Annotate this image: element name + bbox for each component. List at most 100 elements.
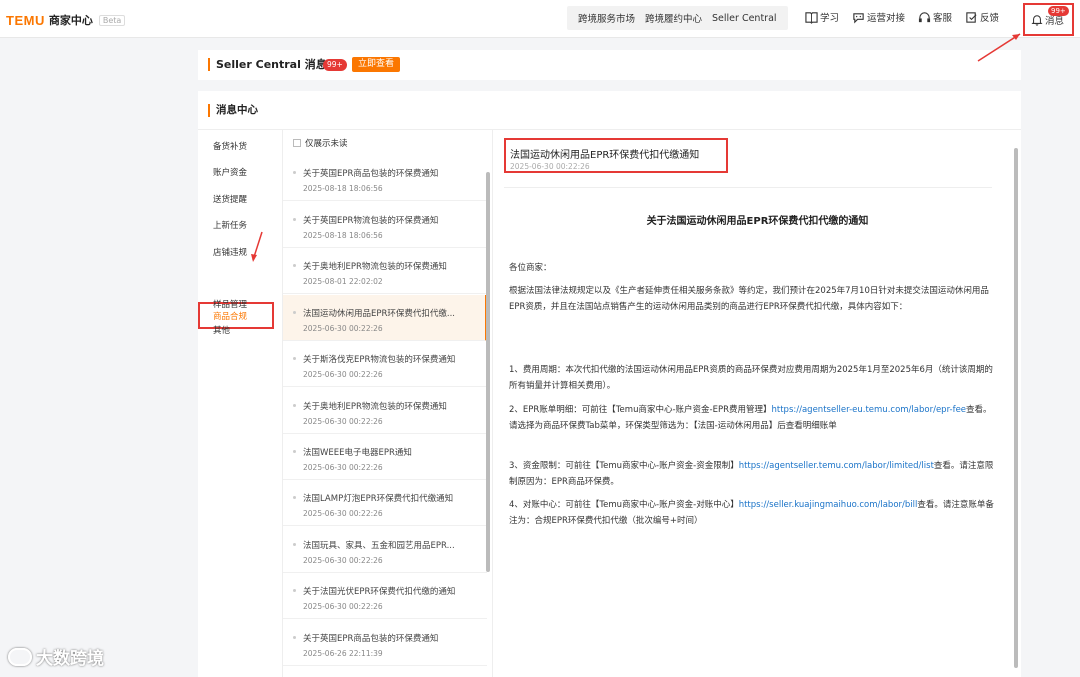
seller-central-title: Seller Central 消息 (208, 58, 327, 71)
category-restock[interactable]: 备货补货 (213, 140, 247, 152)
notice-item-reconcile: 4、对账中心：可前往【Temu商家中心-账户资金-对账中心】https://se… (509, 497, 994, 529)
watermark: 大数跨境 (8, 644, 104, 669)
category-delivery-reminder[interactable]: 送货提醒 (213, 193, 247, 205)
message-date: 2025-06-30 00:22:26 (303, 602, 383, 611)
list-scrollbar[interactable] (486, 172, 490, 572)
operations-label: 运营对接 (867, 13, 906, 24)
message-date: 2025-06-30 00:22:26 (303, 509, 383, 518)
message-center-title: 消息中心 (208, 104, 258, 117)
nav-fulfillment-center[interactable]: 跨境履约中心 (640, 11, 707, 25)
message-title: 法国WEEE电子电器EPR通知 (303, 448, 412, 458)
detail-header: 法国运动休闲用品EPR环保费代扣代缴通知 2025-06-30 00:22:26 (504, 138, 728, 173)
message-title: 法国运动休闲用品EPR环保费代扣代缴... (303, 309, 456, 319)
headset-icon (918, 11, 931, 22)
list-item[interactable]: 关于英国EPR商品包装的环保费通知 2025-06-26 22:11:39 (283, 620, 487, 666)
list-item[interactable]: 关于英国EPR商品包装的环保费通知 2025-08-18 18:06:56 (283, 155, 487, 201)
notice-intro: 根据法国法律法规规定以及《生产者延伸责任相关服务条款》等约定，我们预计在2025… (509, 286, 989, 312)
message-title: 法国LAMP灯泡EPR环保费代扣代缴通知 (303, 494, 454, 504)
list-item-selected[interactable]: 法国运动休闲用品EPR环保费代扣代缴... 2025-06-30 00:22:26 (283, 295, 487, 341)
app-title: 商家中心 (48, 14, 93, 27)
seller-central-bar: Seller Central 消息 99+ 立即查看 (198, 50, 1021, 80)
notice-item-period: 1、费用周期：本次代扣代缴的法国运动休闲用品EPR资质的商品环保费对应费用周期为… (509, 365, 993, 391)
notice-item-limit: 3、资金限制：可前往【Temu商家中心-账户资金-资金限制】https://ag… (509, 458, 994, 490)
operations-button[interactable]: 运营对接 (852, 10, 905, 24)
toolbar: 学习 运营对接 客服 反馈 (805, 10, 999, 24)
message-title: 关于英国EPR商品包装的环保费通知 (303, 634, 439, 644)
message-detail: 法国运动休闲用品EPR环保费代扣代缴通知 2025-06-30 00:22:26… (494, 130, 1021, 677)
unread-filter-label: 仅展示未读 (305, 139, 348, 149)
list-item[interactable]: 关于斯洛伐克EPR物流包装的环保费通知 2025-06-30 00:22:26 (283, 341, 487, 387)
seller-central-count-badge: 99+ (323, 59, 347, 71)
epr-fee-link[interactable]: https://agentseller-eu.temu.com/labor/ep… (772, 405, 967, 415)
detail-title: 法国运动休闲用品EPR环保费代扣代缴通知 (510, 150, 700, 161)
message-title: 关于斯洛伐克EPR物流包装的环保费通知 (303, 355, 456, 365)
unread-dot-icon (293, 404, 296, 407)
category-other[interactable]: 其他 (213, 324, 230, 336)
message-date: 2025-08-18 18:06:56 (303, 184, 383, 193)
watermark-text: 大数跨境 (36, 649, 104, 669)
unread-dot-icon (293, 357, 296, 360)
watermark-logo-icon (8, 647, 32, 666)
nav-seller-central[interactable]: Seller Central (707, 13, 782, 24)
notice-heading: 关于法国运动休闲用品EPR环保费代扣代缴的通知 (646, 216, 869, 227)
category-new-tasks[interactable]: 上新任务 (213, 219, 247, 231)
category-samples[interactable]: 样品管理 (213, 298, 247, 310)
learn-button[interactable]: 学习 (805, 10, 839, 24)
message-center-panel: 消息中心 备货补货 账户资金 送货提醒 上新任务 店铺违规 商品合规 样品管理 … (198, 91, 1021, 677)
message-list: 仅展示未读 关于英国EPR商品包装的环保费通知 2025-08-18 18:06:… (282, 130, 493, 677)
notice-text: 4、对账中心：可前往【Temu商家中心-账户资金-对账中心】 (509, 500, 739, 510)
support-button[interactable]: 客服 (918, 10, 952, 24)
notice-text: 3、资金限制：可前往【Temu商家中心-账户资金-资金限制】 (509, 461, 739, 471)
feedback-icon (966, 11, 977, 23)
message-title: 关于奥地利EPR物流包装的环保费通知 (303, 402, 447, 412)
message-date: 2025-06-30 00:22:26 (303, 417, 383, 426)
detail-scrollbar[interactable] (1014, 148, 1018, 668)
message-date: 2025-06-30 00:22:26 (303, 463, 383, 472)
unread-dot-icon (293, 264, 296, 267)
message-date: 2025-08-18 18:06:56 (303, 231, 383, 240)
learn-label: 学习 (820, 13, 840, 24)
message-title: 法国玩具、家具、五金和园艺用品EPR... (303, 541, 455, 551)
list-item[interactable]: 法国WEEE电子电器EPR通知 2025-06-30 00:22:26 (283, 434, 487, 480)
feedback-label: 反馈 (980, 13, 1000, 24)
message-date: 2025-08-01 22:02:02 (303, 277, 383, 286)
bill-link[interactable]: https://seller.kuajingmaihuo.com/labor/b… (739, 500, 918, 510)
feedback-button[interactable]: 反馈 (965, 10, 999, 24)
list-item[interactable]: 法国玩具、家具、五金和园艺用品EPR... 2025-06-30 00:22:26 (283, 527, 487, 573)
top-bar: TEMU 商家中心 Beta 跨境服务市场 跨境履约中心 Seller Cent… (0, 0, 1080, 38)
bell-icon (1031, 15, 1043, 26)
unread-dot-icon (293, 589, 296, 592)
unread-dot-icon (293, 636, 296, 639)
unread-checkbox[interactable] (293, 139, 301, 147)
list-item[interactable]: 关于奥地利EPR物流包装的环保费通知 2025-08-01 22:02:02 (283, 248, 487, 294)
notice-greeting: 各位商家： (509, 263, 552, 273)
messages-button[interactable]: 消息 99+ (1023, 3, 1074, 36)
message-title: 关于英国EPR物流包装的环保费通知 (303, 216, 439, 226)
unread-dot-icon (293, 311, 296, 314)
view-now-button[interactable]: 立即查看 (352, 57, 401, 72)
message-date: 2025-06-30 00:22:26 (303, 556, 383, 565)
list-item[interactable]: 关于奥地利EPR物流包装的环保费通知 2025-06-30 00:22:26 (283, 388, 487, 434)
list-item[interactable]: 关于法国光伏EPR环保费代扣代缴的通知 2025-06-30 00:22:26 (283, 573, 487, 619)
category-store-violations[interactable]: 店铺违规 (213, 246, 247, 258)
category-product-compliance-label: 商品合规 (213, 312, 248, 322)
chat-icon (853, 12, 864, 23)
unread-filter[interactable]: 仅展示未读 (293, 137, 348, 149)
message-title: 关于法国光伏EPR环保费代扣代缴的通知 (303, 587, 456, 597)
messages-badge: 99+ (1048, 6, 1069, 16)
logo[interactable]: TEMU 商家中心 Beta (6, 12, 126, 28)
limited-list-link[interactable]: https://agentseller.temu.com/labor/limit… (739, 461, 934, 471)
notice-text: 2、EPR账单明细：可前往【Temu商家中心-账户资金-EPR费用管理】 (509, 405, 772, 415)
message-title: 关于英国EPR商品包装的环保费通知 (303, 169, 439, 179)
notice-item-bill: 2、EPR账单明细：可前往【Temu商家中心-账户资金-EPR费用管理】http… (509, 402, 994, 434)
unread-dot-icon (293, 171, 296, 174)
unread-dot-icon (293, 218, 296, 221)
brand-logo: TEMU (6, 12, 45, 28)
nav-service-market[interactable]: 跨境服务市场 (573, 11, 640, 25)
category-account-funds[interactable]: 账户资金 (213, 166, 247, 178)
list-item[interactable]: 法国LAMP灯泡EPR环保费代扣代缴通知 2025-06-30 00:22:26 (283, 480, 487, 526)
detail-date: 2025-06-30 00:22:26 (510, 162, 590, 171)
message-date: 2025-06-30 00:22:26 (303, 370, 383, 379)
unread-dot-icon (293, 543, 296, 546)
list-item[interactable]: 关于英国EPR物流包装的环保费通知 2025-08-18 18:06:56 (283, 202, 487, 248)
